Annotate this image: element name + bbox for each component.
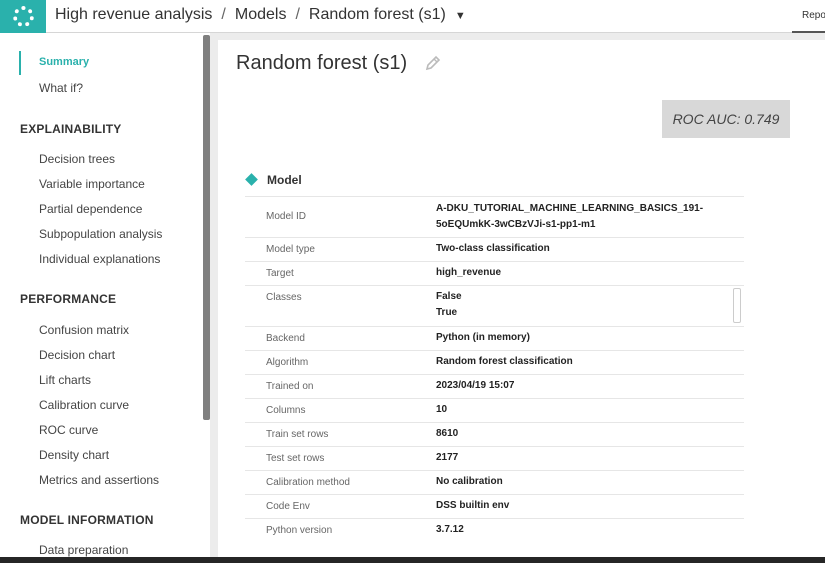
roc-auc-badge: ROC AUC: 0.749 [662,100,790,138]
sidebar-item-calibration-curve[interactable]: Calibration curve [39,398,129,412]
section-model-information: MODEL INFORMATION [20,513,154,527]
row-key: Classes [266,292,302,303]
row-key: Trained on [266,381,314,392]
sidebar-item-lift-charts[interactable]: Lift charts [39,373,91,387]
table-row: Algorithm Random forest classification [245,351,744,375]
table-row: Model type Two-class classification [245,238,744,262]
row-value: DSS builtin env [436,500,510,511]
table-row: Train set rows 8610 [245,423,744,447]
edit-pencil-icon[interactable] [423,53,443,73]
row-value: Random forest classification [436,356,573,367]
row-value: 2177 [436,452,459,463]
sidebar-item-partial-dependence[interactable]: Partial dependence [39,202,142,216]
row-key: Backend [266,333,305,344]
table-row: Model ID A-DKU_TUTORIAL_MACHINE_LEARNING… [245,197,744,238]
breadcrumb-models[interactable]: Models [235,6,287,23]
bottom-bar [0,557,825,563]
table-row: Target high_revenue [245,262,744,286]
row-value: No calibration [436,476,503,487]
table-row: Backend Python (in memory) [245,327,744,351]
classes-scrollbar[interactable] [733,288,741,323]
row-key: Train set rows [266,429,329,440]
row-key: Model ID [266,211,307,222]
row-key: Columns [266,405,306,416]
row-value: Two-class classification [436,243,550,254]
row-key: Python version [266,525,333,536]
row-value: A-DKU_TUTORIAL_MACHINE_LEARNING_BASICS_1… [436,203,704,230]
breadcrumb-model[interactable]: Random forest (s1) [309,6,446,23]
model-diamond-icon [245,173,258,186]
table-row: Trained on 2023/04/19 15:07 [245,375,744,399]
row-value: 2023/04/19 15:07 [436,380,515,391]
row-value: Python (in memory) [436,332,530,343]
page-title: Random forest (s1) [236,52,408,74]
breadcrumb-project[interactable]: High revenue analysis [55,6,212,23]
breadcrumb: High revenue analysis / Models / Random fore… [55,6,466,23]
sidebar-item-what-if[interactable]: What if? [39,81,83,95]
sidebar-item-roc-curve[interactable]: ROC curve [39,423,98,437]
row-value: 10 [436,404,448,415]
row-key: Algorithm [266,357,309,368]
sidebar-scrollbar[interactable] [203,35,210,420]
row-value: 8610 [436,428,459,439]
table-row: Python version 3.7.12 [245,519,744,543]
sidebar-item-summary[interactable]: Summary [39,56,89,68]
row-value: False True [436,291,462,318]
sidebar-item-confusion-matrix[interactable]: Confusion matrix [39,323,129,337]
sidebar-item-individual-explanations[interactable]: Individual explanations [39,252,160,266]
section-explainability: EXPLAINABILITY [20,122,122,136]
row-value: 3.7.12 [436,524,464,535]
sidebar-item-data-preparation[interactable]: Data preparation [39,543,128,557]
model-section-title: Model [267,173,302,187]
row-key: Target [266,268,294,279]
row-key: Model type [266,244,315,255]
sidebar-item-decision-trees[interactable]: Decision trees [39,152,115,166]
table-row: Columns 10 [245,399,744,423]
row-key: Test set rows [266,453,325,464]
top-bar: High revenue analysis / Models / Random fore… [0,0,825,33]
row-key: Code Env [266,501,310,512]
sidebar: Summary What if? EXPLAINABILITY Decision… [0,33,210,558]
active-indicator [19,51,21,75]
table-row: Classes False True [245,286,744,327]
sidebar-item-variable-importance[interactable]: Variable importance [39,177,145,191]
table-row: Calibration method No calibration [245,471,744,495]
sidebar-item-subpopulation-analysis[interactable]: Subpopulation analysis [39,227,162,241]
report-tab[interactable]: Repo [792,0,825,33]
sidebar-item-decision-chart[interactable]: Decision chart [39,348,115,362]
sidebar-item-density-chart[interactable]: Density chart [39,448,109,462]
sidebar-item-metrics-assertions[interactable]: Metrics and assertions [39,473,159,487]
row-value: high_revenue [436,267,502,278]
main-panel: Random forest (s1) ROC AUC: 0.749 Model … [218,40,825,558]
chevron-down-icon[interactable]: ▼ [455,10,466,22]
table-row: Test set rows 2177 [245,447,744,471]
dataiku-logo-icon[interactable] [0,0,46,33]
section-performance: PERFORMANCE [20,292,117,306]
table-row: Code Env DSS builtin env [245,495,744,519]
row-key: Calibration method [266,477,350,488]
